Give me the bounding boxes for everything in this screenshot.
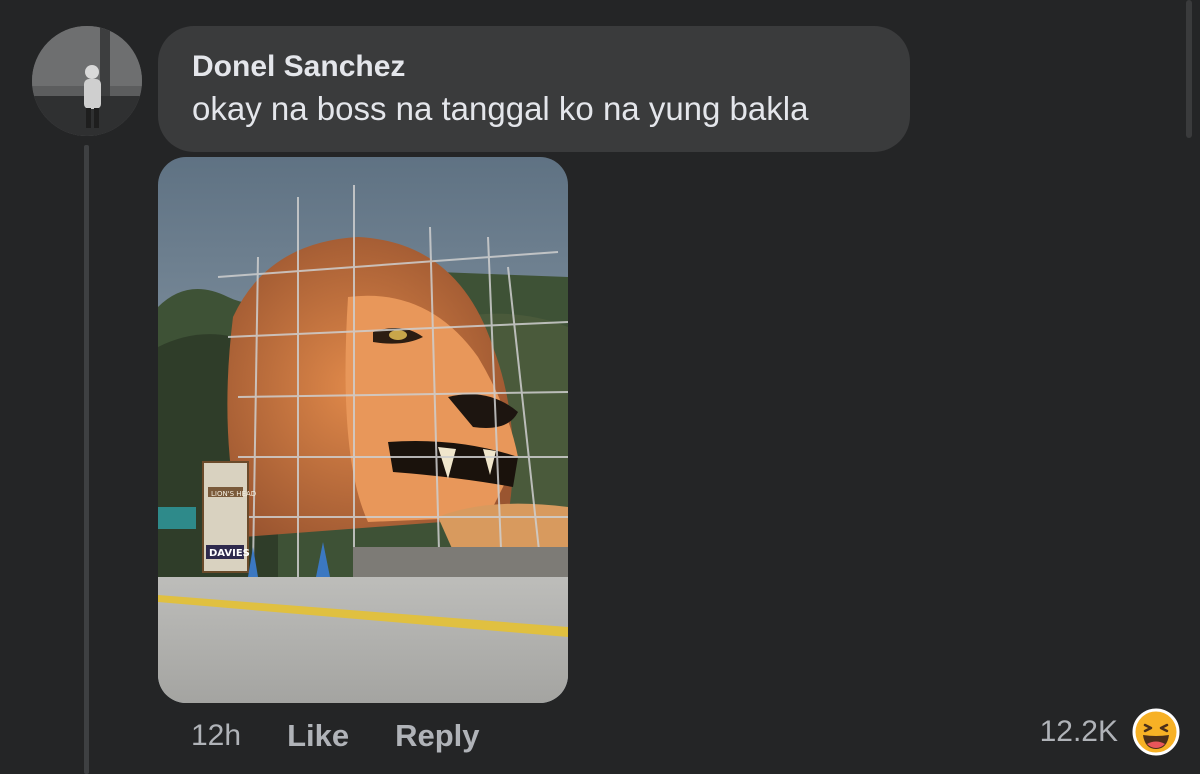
comment-screen: Donel Sanchez okay na boss na tanggal ko… [0, 0, 1200, 774]
scrollbar[interactable] [1186, 0, 1192, 138]
comment-actions: 12h Like Reply [191, 718, 480, 754]
reaction-summary[interactable]: 12.2K [1040, 708, 1180, 756]
comment-bubble: Donel Sanchez okay na boss na tanggal ko… [158, 26, 910, 152]
comment-text: okay na boss na tanggal ko na yung bakla [192, 90, 809, 127]
thread-line [84, 145, 89, 774]
lion-head-photo: LION'S HEAD DAVIES [158, 157, 568, 703]
comment-timestamp[interactable]: 12h [191, 719, 241, 753]
avatar[interactable] [32, 26, 142, 136]
like-button[interactable]: Like [287, 718, 349, 754]
comment-attachment-photo[interactable]: LION'S HEAD DAVIES [158, 157, 568, 703]
comment-author[interactable]: Donel Sanchez [192, 50, 405, 84]
reply-button[interactable]: Reply [395, 718, 479, 754]
avatar-photo [32, 26, 142, 136]
photo-sign-text: LION'S HEAD [211, 490, 256, 498]
photo-sign-brand: DAVIES [209, 548, 250, 559]
haha-emoji-icon [1132, 708, 1180, 756]
reaction-count[interactable]: 12.2K [1040, 715, 1118, 749]
